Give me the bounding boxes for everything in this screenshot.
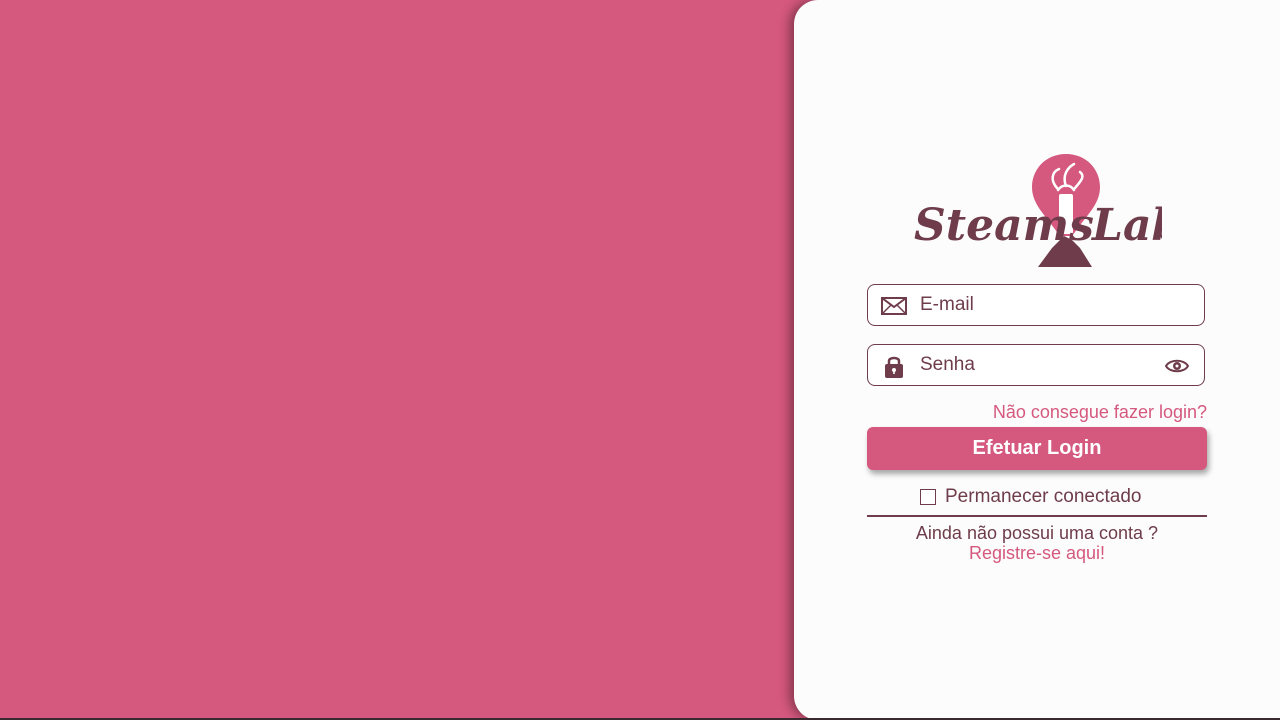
logo-text-steams: Steams — [914, 200, 1094, 251]
remember-me-checkbox[interactable] — [920, 489, 936, 505]
steamslab-logo: Steams Lab — [914, 154, 1162, 267]
password-input[interactable] — [920, 345, 1160, 385]
password-field — [867, 344, 1205, 386]
forgot-login-link[interactable]: Não consegue fazer login? — [993, 402, 1207, 423]
register-link[interactable]: Registre-se aqui! — [867, 543, 1207, 564]
email-field — [867, 284, 1205, 326]
envelope-icon — [880, 294, 908, 318]
background-pane — [0, 0, 800, 720]
email-input[interactable] — [920, 285, 1160, 325]
remember-me-label: Permanecer conectado — [945, 486, 1142, 507]
eye-icon[interactable] — [1164, 356, 1190, 376]
divider — [867, 515, 1207, 517]
login-button[interactable]: Efetuar Login — [867, 427, 1207, 470]
lock-icon — [880, 354, 908, 378]
no-account-text: Ainda não possui uma conta ? — [915, 523, 1159, 543]
remember-me-option[interactable]: Permanecer conectado — [920, 486, 1141, 508]
logo-text-lab: Lab — [1090, 200, 1162, 251]
